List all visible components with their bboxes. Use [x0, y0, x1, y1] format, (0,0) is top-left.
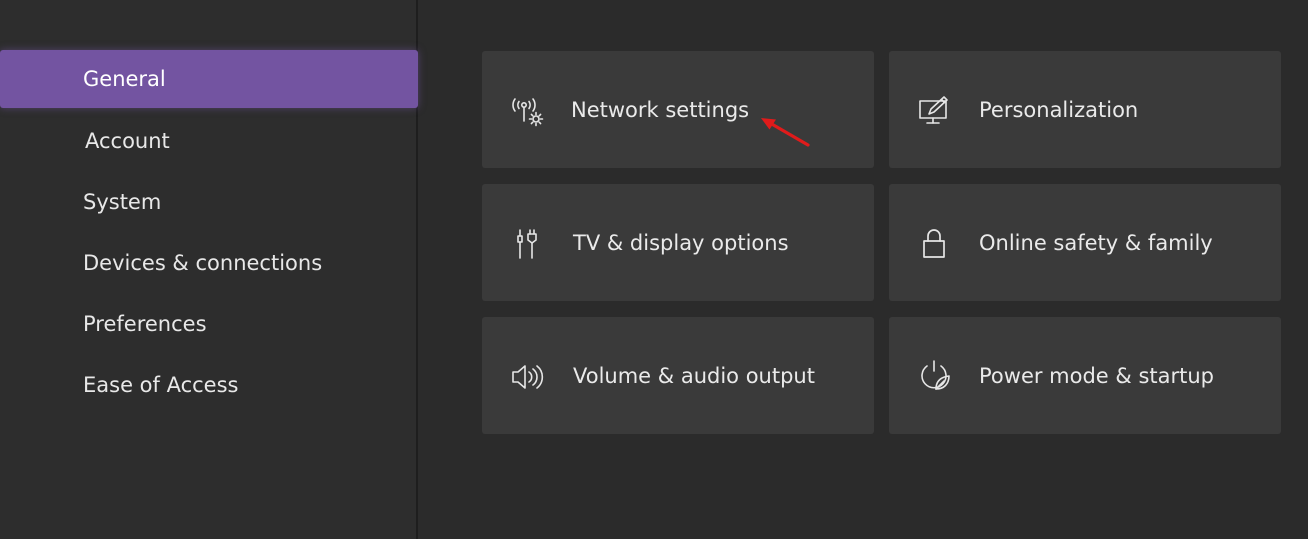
- sidebar-item-account[interactable]: Account: [0, 112, 418, 170]
- tv-display-icon: [510, 226, 546, 262]
- tile-online-safety-family[interactable]: Online safety & family: [889, 184, 1281, 301]
- tile-power-mode-startup[interactable]: Power mode & startup: [889, 317, 1281, 434]
- sidebar-item-ease-of-access[interactable]: Ease of Access: [0, 356, 418, 414]
- sidebar-item-system[interactable]: System: [0, 173, 418, 231]
- network-settings-icon: [510, 93, 546, 129]
- sidebar: General Account System Devices & connect…: [0, 0, 418, 539]
- sidebar-item-label: System: [83, 190, 162, 214]
- lock-icon: [917, 226, 953, 262]
- tile-label: TV & display options: [573, 230, 789, 255]
- sidebar-item-preferences[interactable]: Preferences: [0, 295, 418, 353]
- sidebar-item-label: General: [83, 67, 166, 91]
- tile-label: Online safety & family: [979, 230, 1213, 255]
- sidebar-item-label: Ease of Access: [83, 373, 239, 397]
- red-arrow-icon: [761, 118, 810, 147]
- sidebar-item-label: Preferences: [83, 312, 207, 336]
- speaker-icon: [510, 359, 546, 395]
- tile-label: Power mode & startup: [979, 363, 1214, 388]
- tile-personalization[interactable]: Personalization: [889, 51, 1281, 168]
- tile-label: Network settings: [571, 97, 750, 122]
- tile-volume-audio-output[interactable]: Volume & audio output: [482, 317, 874, 434]
- tile-label: Volume & audio output: [573, 363, 815, 388]
- power-leaf-icon: [917, 359, 953, 395]
- settings-window: General Account System Devices & connect…: [0, 0, 1308, 539]
- tile-label: Personalization: [979, 97, 1139, 122]
- personalization-icon: [917, 93, 953, 129]
- sidebar-item-label: Account: [85, 129, 170, 153]
- sidebar-item-label: Devices & connections: [83, 251, 323, 275]
- sidebar-item-devices-connections[interactable]: Devices & connections: [0, 234, 418, 292]
- sidebar-item-general[interactable]: General: [0, 50, 418, 108]
- tile-tv-display-options[interactable]: TV & display options: [482, 184, 874, 301]
